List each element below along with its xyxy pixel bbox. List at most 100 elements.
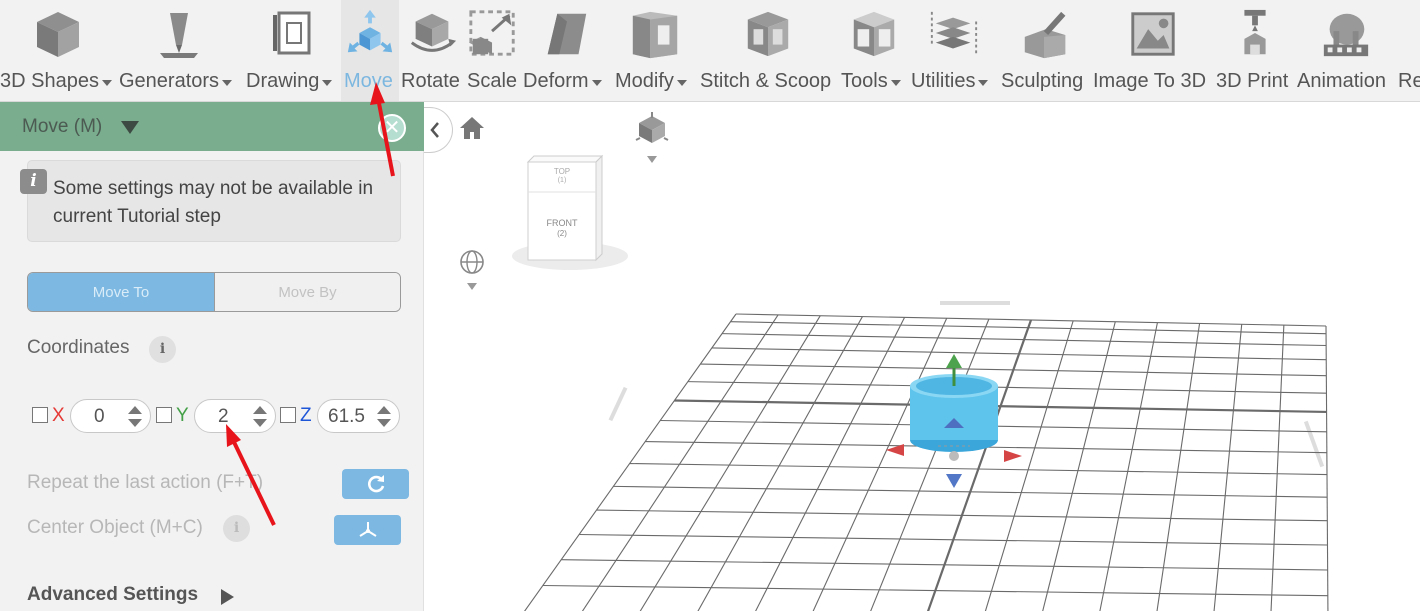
- chevron-down-icon: [676, 80, 687, 86]
- refresh-icon: [367, 475, 384, 493]
- toolbar-label: Move: [344, 70, 393, 92]
- animation-icon: [1320, 8, 1372, 60]
- move-to-tab[interactable]: Move To: [28, 273, 215, 311]
- rotate-icon: [406, 8, 458, 60]
- toolbar-rotate[interactable]: Rotate: [401, 0, 463, 101]
- toolbar-label: Sculpting: [1001, 70, 1084, 92]
- toolbar-3d-shapes[interactable]: 3D Shapes: [0, 0, 115, 101]
- repeat-action-label: Repeat the last action (F+T): [27, 472, 264, 493]
- toolbar-label: Animation: [1297, 70, 1386, 92]
- scale-icon: [467, 8, 519, 60]
- center-object-info-icon[interactable]: i: [223, 515, 250, 542]
- info-icon: i: [20, 169, 47, 194]
- utilities-icon: [928, 8, 980, 60]
- toolbar-utilities[interactable]: Utilities: [910, 0, 998, 101]
- toolbar-sculpting[interactable]: Sculpting: [1001, 0, 1089, 101]
- y-axis-label: Y: [176, 405, 189, 426]
- toolbar-deform[interactable]: Deform: [522, 0, 610, 101]
- decrement-icon[interactable]: [253, 419, 267, 427]
- chevron-down-icon: [890, 80, 901, 86]
- toolbar-animation[interactable]: Animation: [1297, 0, 1395, 101]
- notice-text: Some settings may not be available in cu…: [53, 178, 374, 227]
- z-axis-label: Z: [300, 405, 312, 426]
- panel-menu-caret-icon[interactable]: [121, 121, 139, 134]
- decrement-icon[interactable]: [128, 419, 142, 427]
- increment-icon[interactable]: [253, 406, 267, 414]
- selected-cylinder-object[interactable]: [874, 352, 1034, 492]
- move-mode-toggle: Move To Move By: [27, 272, 401, 312]
- chevron-down-icon: [222, 80, 233, 86]
- y-coordinate-input[interactable]: 2: [194, 399, 276, 433]
- grid-line: [1325, 325, 1329, 611]
- center-object-label: Center Object (M+C): [27, 517, 203, 538]
- toolbar-label: 3D Shapes: [0, 70, 99, 92]
- move-icon: [344, 8, 396, 60]
- panel-header[interactable]: Move (M) ✕: [0, 102, 424, 151]
- grid-line: [1270, 325, 1285, 611]
- toolbar-label: Scale: [467, 70, 518, 92]
- chevron-down-icon: [978, 80, 989, 86]
- z-value: 61.5: [328, 406, 365, 427]
- toolbar-stitch-scoop[interactable]: Stitch & Scoop: [699, 0, 837, 101]
- toolbar-move[interactable]: Move: [341, 0, 399, 101]
- z-lock-checkbox[interactable]: [280, 407, 296, 423]
- coordinates-label: Coordinates: [27, 337, 130, 358]
- tools-icon: [848, 8, 900, 60]
- toolbar-label: Image To 3D: [1093, 70, 1207, 92]
- stitch-scoop-icon: [742, 8, 794, 60]
- 3d-viewport[interactable]: TOP (1) FRONT (2): [424, 102, 1420, 611]
- decrement-icon[interactable]: [377, 419, 391, 427]
- grid-line: [581, 314, 779, 611]
- toolbar-generators[interactable]: Generators: [118, 0, 240, 101]
- toolbar-tools[interactable]: Tools: [839, 0, 909, 101]
- toolbar-label: Deform: [523, 70, 589, 92]
- chevron-right-icon[interactable]: [221, 589, 234, 605]
- deform-icon: [540, 8, 592, 60]
- x-axis-label: X: [52, 405, 65, 426]
- x-lock-checkbox[interactable]: [32, 407, 48, 423]
- repeat-action-button[interactable]: [342, 469, 409, 499]
- cube-icon: [32, 8, 84, 60]
- toolbar-scale[interactable]: Scale: [467, 0, 519, 101]
- toolbar-label: Utilities: [911, 70, 976, 92]
- toolbar-label: Stitch & Scoop: [700, 70, 832, 92]
- move-by-tab[interactable]: Move By: [215, 273, 400, 311]
- chevron-down-icon: [591, 80, 602, 86]
- coordinates-info-icon[interactable]: i: [149, 336, 176, 363]
- toolbar-label: Tools: [841, 70, 888, 92]
- toolbar-label: Re: [1398, 70, 1420, 92]
- main-toolbar: 3D Shapes Generators Drawing Move Rotate…: [0, 0, 1420, 102]
- toolbar-drawing[interactable]: Drawing: [244, 0, 340, 101]
- z-coordinate-input[interactable]: 61.5: [317, 399, 400, 433]
- toolbar-label: Modify: [615, 70, 674, 92]
- toolbar-overflow-item[interactable]: Re: [1398, 0, 1420, 101]
- grid-line: [730, 321, 1327, 335]
- grid-line: [639, 315, 821, 611]
- grid-line: [542, 584, 1328, 597]
- toolbar-3d-print[interactable]: 3D Print: [1215, 0, 1295, 101]
- toolbar-modify[interactable]: Modify: [614, 0, 696, 101]
- chevron-down-icon: [322, 80, 333, 86]
- tutorial-notice: i Some settings may not be available in …: [20, 160, 401, 242]
- center-object-button[interactable]: [334, 515, 401, 545]
- drawing-icon: [266, 8, 318, 60]
- center-axes-icon: [358, 522, 377, 537]
- sculpting-icon: [1019, 8, 1071, 60]
- grid-line: [735, 313, 1327, 327]
- move-panel: Move (M) ✕ i Some settings may not be av…: [0, 102, 424, 611]
- generator-icon: [153, 8, 205, 60]
- grid-line: [524, 313, 737, 611]
- increment-icon[interactable]: [377, 406, 391, 414]
- 3d-print-icon: [1229, 8, 1281, 60]
- toolbar-image-to-3d[interactable]: Image To 3D: [1092, 0, 1213, 101]
- grid-line: [697, 316, 863, 611]
- grid-line: [722, 333, 1327, 347]
- grid-line: [1042, 321, 1116, 611]
- advanced-settings-toggle[interactable]: Advanced Settings: [27, 584, 198, 606]
- panel-title: Move (M): [22, 116, 103, 137]
- x-coordinate-input[interactable]: 0: [70, 399, 151, 433]
- toolbar-label: Rotate: [401, 70, 460, 92]
- y-lock-checkbox[interactable]: [156, 407, 172, 423]
- increment-icon[interactable]: [128, 406, 142, 414]
- close-panel-button[interactable]: ✕: [378, 114, 406, 142]
